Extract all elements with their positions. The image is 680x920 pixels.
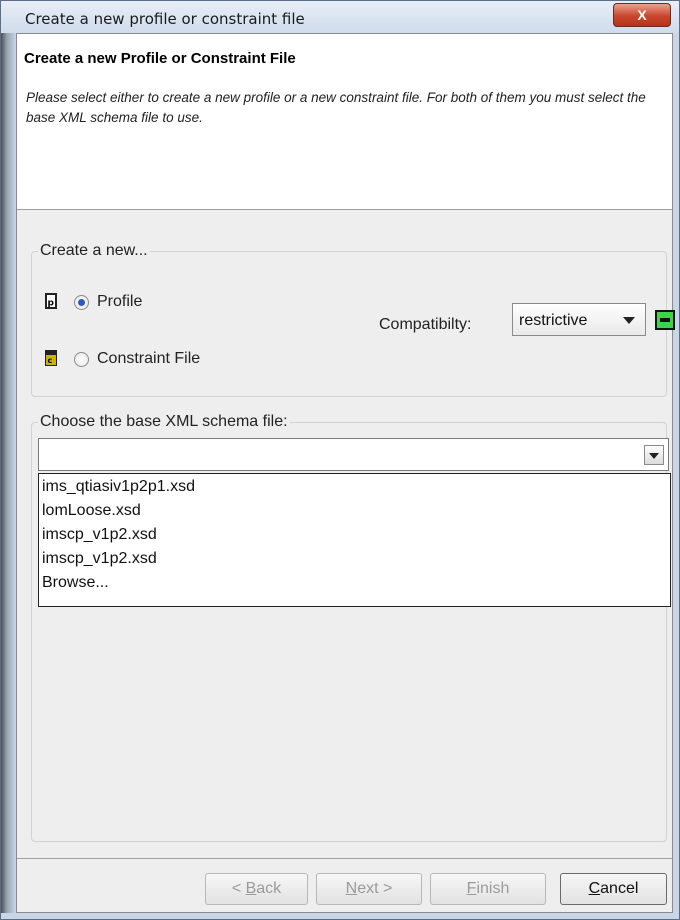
constraint-radio-label[interactable]: Constraint File <box>97 350 200 368</box>
cancel-button-label: ancel <box>600 880 639 897</box>
window-title: Create a new profile or constraint file <box>25 10 305 28</box>
status-indicator-icon[interactable] <box>655 310 675 330</box>
page-title: Create a new Profile or Constraint File <box>24 50 296 67</box>
next-button[interactable]: Next > <box>316 873 422 905</box>
cancel-button[interactable]: Cancel <box>560 873 667 905</box>
schema-dropdown-button[interactable] <box>644 445 664 465</box>
constraint-option-row: c Constraint File <box>42 349 200 369</box>
next-button-mnemonic: N <box>345 880 358 897</box>
wizard-header: Create a new Profile or Constraint File … <box>17 34 672 210</box>
dropdown-option[interactable]: ims_qtiasiv1p2p1.xsd <box>39 476 670 498</box>
radio-selected-dot <box>78 298 85 306</box>
window-frame-bottom <box>1 913 679 919</box>
create-new-group: Create a new... p Profile Compatibilty: … <box>31 242 675 397</box>
wizard-footer: < Back Next > Finish Cancel <box>17 858 672 912</box>
dropdown-option[interactable]: imscp_v1p2.xsd <box>39 524 670 546</box>
profile-file-icon: p <box>45 293 57 309</box>
page-description: Please select either to create a new pro… <box>26 90 646 125</box>
window-frame-left <box>1 33 16 919</box>
constraint-file-icon: c <box>45 350 57 366</box>
back-button[interactable]: < Back <box>205 873 308 905</box>
svg-text:p: p <box>48 299 55 309</box>
compatibility-label: Compatibilty: <box>379 316 472 333</box>
cancel-button-mnemonic: C <box>588 880 601 897</box>
svg-text:c: c <box>48 356 53 365</box>
dialog-content: Create a new Profile or Constraint File … <box>16 33 675 913</box>
back-button-mnemonic: B <box>245 880 257 897</box>
schema-group-title: Choose the base XML schema file: <box>38 413 290 431</box>
finish-button[interactable]: Finish <box>430 873 546 905</box>
back-button-label: ack <box>256 880 282 897</box>
close-button[interactable]: X <box>613 3 671 27</box>
create-new-group-title: Create a new... <box>38 242 150 260</box>
compatibility-value: restrictive <box>519 312 588 329</box>
back-button-arrow: < <box>231 880 246 897</box>
schema-combo-input[interactable] <box>38 438 669 471</box>
dropdown-option-browse[interactable]: Browse... <box>39 572 670 594</box>
finish-button-mnemonic: F <box>466 880 477 897</box>
title-bar[interactable]: Create a new profile or constraint file … <box>1 1 679 33</box>
next-button-label: ext > <box>357 880 393 897</box>
compatibility-select[interactable]: restrictive <box>512 303 646 336</box>
schema-dropdown-list: ims_qtiasiv1p2p1.xsd lomLoose.xsd imscp_… <box>38 473 671 607</box>
profile-option-row: p Profile <box>42 292 142 312</box>
minus-icon <box>660 318 670 322</box>
constraint-radio[interactable] <box>74 351 89 367</box>
finish-button-label: inish <box>476 880 510 897</box>
chevron-down-icon <box>649 453 659 459</box>
chevron-down-icon <box>623 317 635 324</box>
profile-radio[interactable] <box>74 294 89 310</box>
dropdown-option[interactable]: imscp_v1p2.xsd <box>39 548 670 570</box>
dropdown-option[interactable]: lomLoose.xsd <box>39 500 670 522</box>
profile-radio-label[interactable]: Profile <box>97 293 142 311</box>
dialog-window: Create a new profile or constraint file … <box>0 0 680 920</box>
